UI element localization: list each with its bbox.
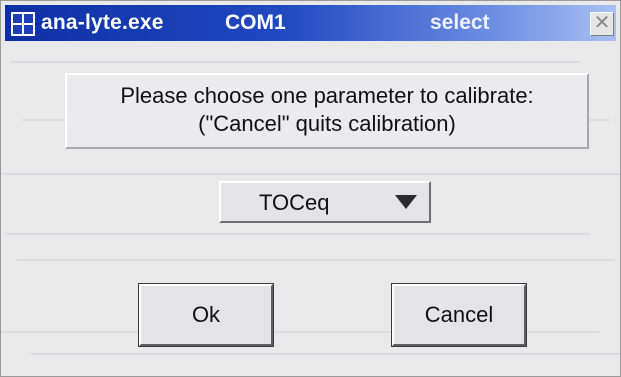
dialog-window: ana-lyte.exe COM1 select ✕ Please choose… <box>0 0 621 377</box>
triangle-down-icon[interactable] <box>395 195 417 209</box>
windows-app-icon <box>11 12 35 36</box>
title-bar[interactable]: ana-lyte.exe COM1 select ✕ <box>5 5 616 41</box>
background-texture <box>11 61 580 63</box>
close-button[interactable]: ✕ <box>590 12 614 36</box>
cancel-button[interactable]: Cancel <box>391 283 527 347</box>
ok-button[interactable]: Ok <box>138 283 274 347</box>
prompt-hint-text: ("Cancel" quits calibration) <box>198 111 456 136</box>
background-texture <box>31 353 620 355</box>
window-title-app: ana-lyte.exe <box>41 11 164 34</box>
prompt-text: Please choose one parameter to calibrate… <box>120 83 534 108</box>
message-panel: Please choose one parameter to calibrate… <box>65 73 589 149</box>
window-title-port: COM1 <box>225 11 286 34</box>
background-texture <box>6 233 590 235</box>
parameter-dropdown[interactable]: TOCeq <box>219 181 431 223</box>
close-icon: ✕ <box>593 12 611 34</box>
background-texture <box>1 173 620 175</box>
parameter-selected-value: TOCeq <box>259 190 330 215</box>
background-texture <box>16 259 615 261</box>
window-title-mode: select <box>430 11 490 34</box>
